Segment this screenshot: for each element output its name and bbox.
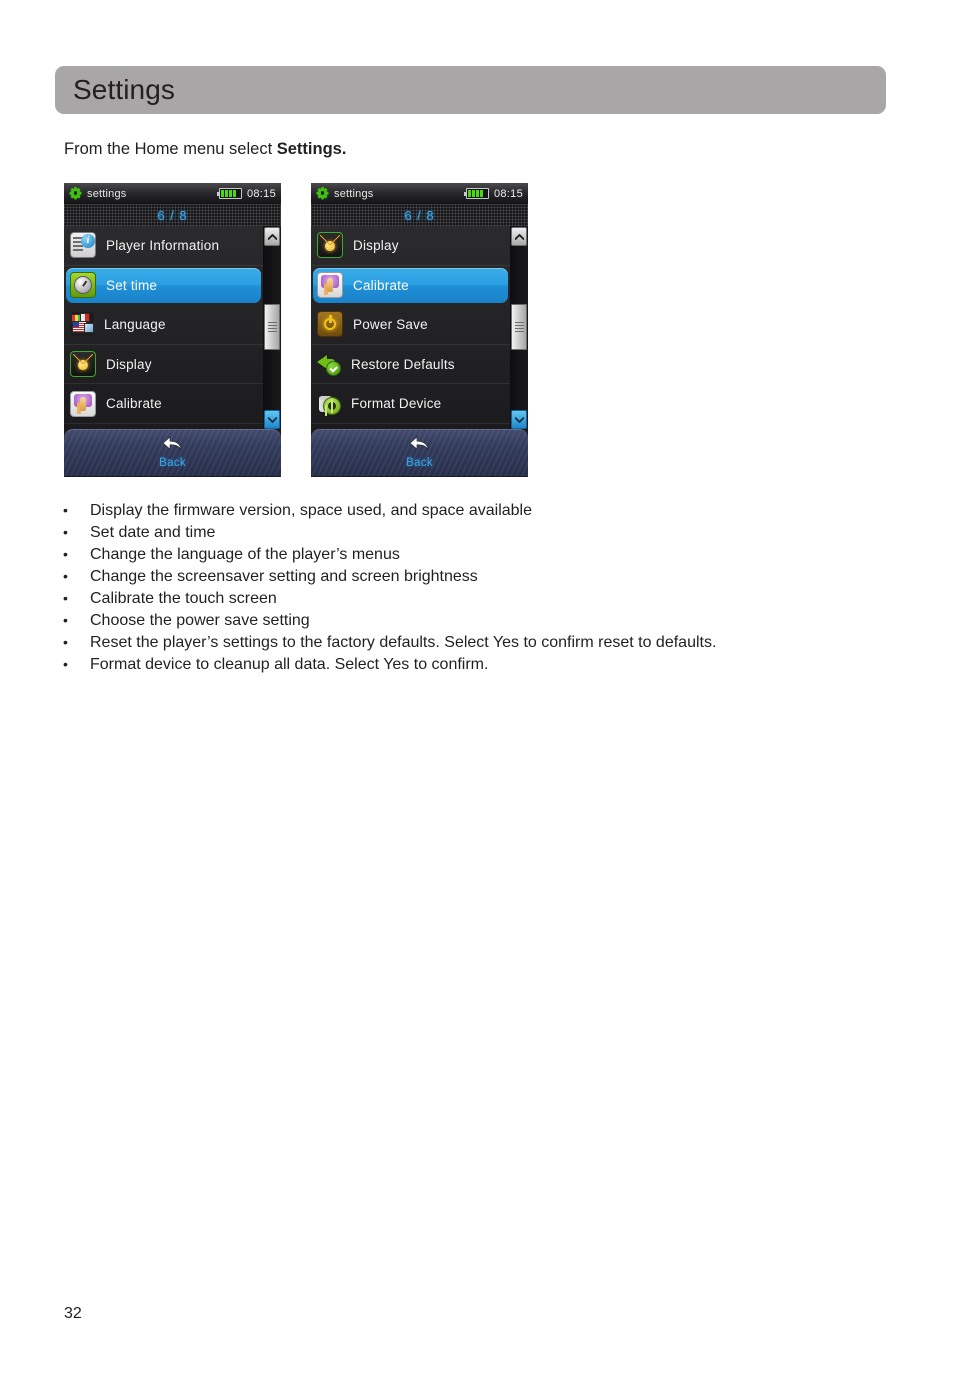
device1-scrollbar[interactable] — [263, 226, 281, 430]
menu-item-display[interactable]: Display — [64, 345, 263, 385]
device1-menu-area: Player Information Set time Language Dis… — [64, 226, 281, 430]
page-number: 32 — [64, 1305, 82, 1322]
list-item: • Reset the player’s settings to the fac… — [58, 632, 888, 654]
feature-bullet-list: • Display the firmware version, space us… — [58, 500, 888, 676]
list-item: • Calibrate the touch screen — [58, 588, 888, 610]
menu-item-label: Restore Defaults — [351, 356, 455, 372]
menu-item-label: Player Information — [106, 237, 220, 253]
menu-item-language[interactable]: Language — [64, 305, 263, 345]
device1-status-time: 08:15 — [246, 187, 276, 200]
intro-prefix: From the Home menu select — [64, 140, 277, 158]
menu-item-format-device[interactable]: Format Device — [311, 384, 510, 424]
menu-item-label: Set time — [106, 277, 158, 293]
chevron-up-icon[interactable] — [511, 227, 527, 246]
device1-status-label: settings — [87, 187, 127, 200]
intro-paragraph: From the Home menu select Settings. — [64, 140, 346, 159]
power-icon — [317, 311, 343, 338]
menu-item-display[interactable]: Display — [311, 226, 510, 266]
list-item: • Choose the power save setting — [58, 610, 888, 632]
battery-icon — [216, 188, 242, 199]
bullet-marker: • — [63, 612, 68, 628]
device2-back-button[interactable]: Back — [311, 429, 528, 476]
device2-menu-area: Display Calibrate Power Save Restore Def… — [311, 226, 528, 430]
list-item: • Format device to cleanup all data. Sel… — [58, 654, 888, 676]
device1-page-indicator-strip: 6 / 8 — [64, 204, 281, 226]
menu-item-player-information[interactable]: Player Information — [64, 226, 263, 266]
bullet-marker: • — [63, 502, 68, 518]
device1-page-indicator: 6 / 8 — [157, 207, 188, 223]
list-item: • Display the firmware version, space us… — [58, 500, 888, 522]
menu-item-calibrate[interactable]: Calibrate — [311, 266, 510, 306]
restore-arrow-check-icon — [317, 352, 341, 377]
bullet-marker: • — [63, 568, 68, 584]
device2-page-indicator: 6 / 8 — [404, 207, 435, 223]
player-information-icon — [70, 232, 96, 259]
bullet-marker: • — [63, 590, 68, 606]
format-disk-icon — [317, 392, 341, 416]
device-screenshot-1: settings 08:15 6 / 8 Player Information … — [64, 183, 281, 477]
device1-menu-list: Player Information Set time Language Dis… — [64, 226, 263, 430]
list-item: • Change the screensaver setting and scr… — [58, 566, 888, 588]
back-arrow-icon — [409, 436, 430, 456]
chevron-up-icon[interactable] — [264, 227, 280, 246]
chevron-down-icon[interactable] — [264, 410, 280, 429]
bullet-text: Change the screensaver setting and scree… — [90, 568, 478, 585]
device1-status-bar: settings 08:15 — [64, 183, 281, 204]
menu-item-label: Calibrate — [353, 277, 409, 293]
device1-back-label: Back — [159, 457, 186, 469]
page-title: Settings — [73, 74, 175, 105]
scrollbar-thumb[interactable] — [264, 304, 280, 350]
device2-scrollbar[interactable] — [510, 226, 528, 430]
menu-item-label: Format Device — [351, 396, 442, 412]
bullet-text: Format device to cleanup all data. Selec… — [90, 656, 489, 673]
list-item: • Change the language of the player’s me… — [58, 544, 888, 566]
touch-hand-icon — [70, 390, 96, 417]
back-arrow-icon — [162, 436, 183, 456]
device2-status-label: settings — [334, 187, 374, 200]
page-header-banner: Settings — [55, 66, 886, 114]
menu-item-calibrate[interactable]: Calibrate — [64, 384, 263, 424]
device2-back-label: Back — [406, 457, 433, 469]
bullet-text: Reset the player’s settings to the facto… — [90, 634, 717, 651]
device2-status-time: 08:15 — [493, 187, 523, 200]
device-screenshot-2: settings 08:15 6 / 8 Display Calibrate P… — [311, 183, 528, 477]
bullet-marker: • — [63, 656, 68, 672]
bullet-text: Change the language of the player’s menu… — [90, 546, 400, 563]
lightbulb-icon — [70, 351, 96, 378]
touch-hand-icon — [317, 272, 343, 299]
bullet-text: Display the firmware version, space used… — [90, 502, 533, 519]
bullet-text: Choose the power save setting — [90, 612, 310, 629]
menu-item-set-time[interactable]: Set time — [64, 266, 263, 306]
gear-icon — [316, 187, 329, 200]
bullet-text: Calibrate the touch screen — [90, 590, 277, 607]
flags-icon — [70, 312, 94, 337]
lightbulb-icon — [317, 232, 343, 259]
list-item: • Set date and time — [58, 522, 888, 544]
scrollbar-thumb[interactable] — [511, 304, 527, 350]
device2-page-indicator-strip: 6 / 8 — [311, 204, 528, 226]
menu-item-label: Calibrate — [106, 396, 162, 412]
menu-item-label: Language — [104, 316, 166, 332]
bullet-marker: • — [63, 634, 68, 650]
battery-icon — [463, 188, 489, 199]
menu-item-label: Power Save — [353, 316, 428, 332]
device1-back-button[interactable]: Back — [64, 429, 281, 476]
menu-item-power-save[interactable]: Power Save — [311, 305, 510, 345]
clock-icon — [70, 272, 96, 299]
bullet-marker: • — [63, 546, 68, 562]
menu-item-restore-defaults[interactable]: Restore Defaults — [311, 345, 510, 385]
chevron-down-icon[interactable] — [511, 410, 527, 429]
device2-menu-list: Display Calibrate Power Save Restore Def… — [311, 226, 510, 430]
bullet-marker: • — [63, 524, 68, 540]
menu-item-label: Display — [106, 356, 152, 372]
device2-status-bar: settings 08:15 — [311, 183, 528, 204]
gear-icon — [69, 187, 82, 200]
bullet-text: Set date and time — [90, 524, 216, 541]
intro-bold: Settings. — [276, 140, 347, 158]
menu-item-label: Display — [353, 237, 399, 253]
